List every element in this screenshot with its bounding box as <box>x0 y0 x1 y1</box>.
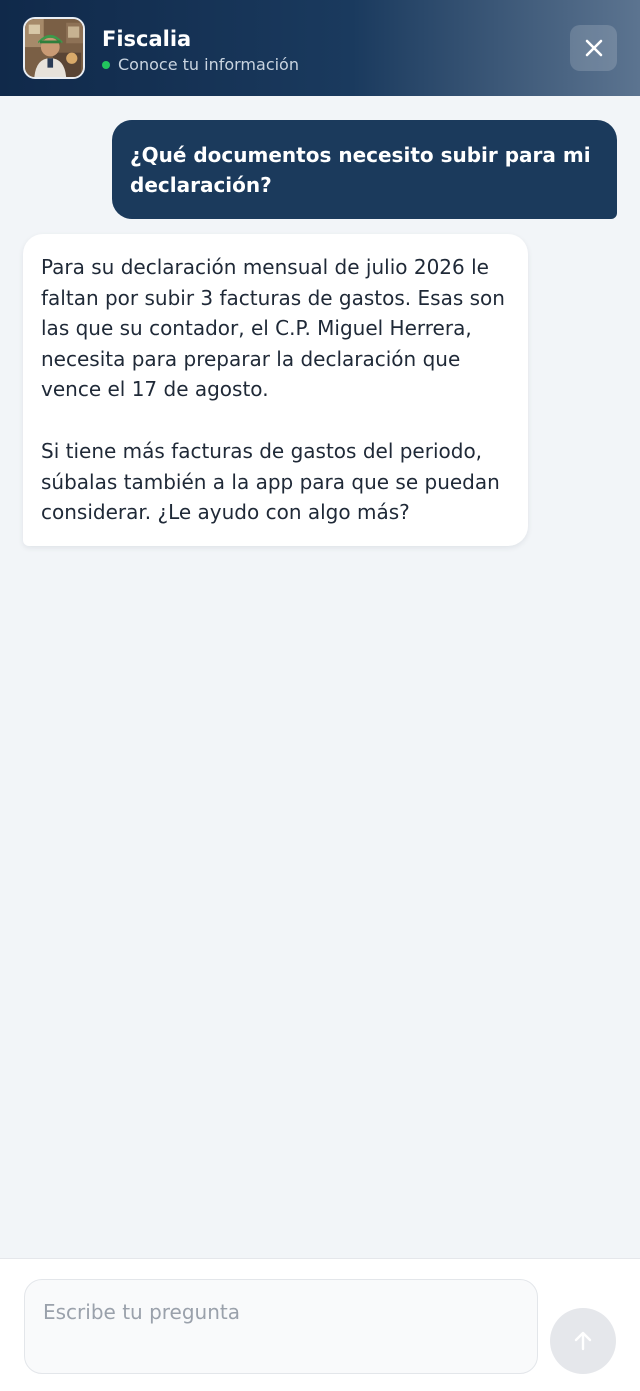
chat-header: Fiscalia Conoce tu información <box>0 0 640 96</box>
online-dot-icon <box>102 61 110 69</box>
send-button[interactable] <box>550 1308 616 1374</box>
assistant-message: Para su declaración mensual de julio 202… <box>23 234 528 546</box>
question-input[interactable] <box>24 1279 538 1374</box>
assistant-name: Fiscalia <box>102 27 192 51</box>
composer <box>0 1258 640 1391</box>
assistant-paragraph: Para su declaración mensual de julio 202… <box>41 255 505 402</box>
close-icon <box>585 39 602 57</box>
avatar-photo <box>25 19 83 77</box>
status-text: Conoce tu información <box>118 55 299 74</box>
close-button[interactable] <box>570 25 617 71</box>
assistant-status: Conoce tu información <box>102 55 299 75</box>
assistant-avatar <box>23 17 85 79</box>
arrow-up-icon <box>574 1331 592 1351</box>
message-list: ¿Qué documentos necesito subir para mi d… <box>0 96 640 1258</box>
user-message: ¿Qué documentos necesito subir para mi d… <box>112 120 617 219</box>
assistant-paragraph: Si tiene más facturas de gastos del peri… <box>41 438 500 525</box>
